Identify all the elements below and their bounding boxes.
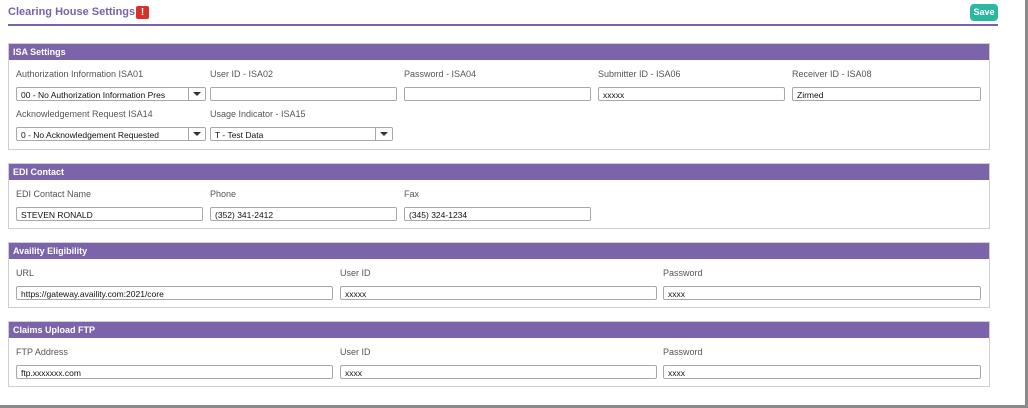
availity-url-field: URL https://gateway.availity.com:2021/co… <box>16 268 333 302</box>
chevron-down-icon[interactable] <box>188 128 205 140</box>
ack-request-field: Acknowledgement Request ISA14 0 - No Ack… <box>16 109 206 143</box>
edi-phone-input[interactable]: (352) 341-2412 <box>210 207 397 221</box>
field-label: Fax <box>404 189 420 199</box>
field-label: URL <box>16 268 35 278</box>
field-label: User ID <box>340 347 371 357</box>
availity-user-id-field: User ID xxxxx <box>340 268 657 302</box>
ftp-address-field: FTP Address ftp.xxxxxxx.com <box>16 347 333 381</box>
ftp-password-field: Password xxxx <box>663 347 981 381</box>
auth-info-select[interactable]: 00 - No Authorization Information Pres <box>16 87 206 101</box>
field-label: Submitter ID - ISA06 <box>598 69 681 79</box>
submitter-id-input[interactable]: xxxxx <box>598 87 785 101</box>
edi-fax-input[interactable]: (345) 324-1234 <box>404 207 591 221</box>
field-label: Acknowledgement Request ISA14 <box>16 109 153 119</box>
field-label: Password <box>663 347 703 357</box>
isa-password-field: Password - ISA04 <box>404 69 591 103</box>
panel-heading: Availity Eligibility <box>9 243 989 259</box>
submitter-id-field: Submitter ID - ISA06 xxxxx <box>598 69 785 103</box>
field-label: FTP Address <box>16 347 68 357</box>
field-label: EDI Contact Name <box>16 189 92 199</box>
edi-contact-name-input[interactable]: STEVEN RONALD <box>16 207 203 221</box>
field-label: Authorization Information ISA01 <box>16 69 144 79</box>
ftp-user-id-field: User ID xxxx <box>340 347 657 381</box>
page-header: Clearing House Settings ! Save <box>8 4 998 24</box>
edi-phone-field: Phone (352) 341-2412 <box>210 189 397 223</box>
select-value: 00 - No Authorization Information Pres <box>21 90 166 100</box>
isa-user-id-field: User ID - ISA02 <box>210 69 397 103</box>
availity-user-id-input[interactable]: xxxxx <box>340 286 657 300</box>
header-divider <box>8 24 998 26</box>
select-value: 0 - No Acknowledgement Requested <box>21 130 159 140</box>
isa-password-input[interactable] <box>404 87 591 101</box>
field-label: Receiver ID - ISA08 <box>792 69 872 79</box>
auth-info-field: Authorization Information ISA01 00 - No … <box>16 69 206 103</box>
edi-fax-field: Fax (345) 324-1234 <box>404 189 591 223</box>
ftp-user-id-input[interactable]: xxxx <box>340 365 657 379</box>
availity-eligibility-panel: Availity Eligibility URL https://gateway… <box>8 242 990 308</box>
claims-upload-ftp-panel: Claims Upload FTP FTP Address ftp.xxxxxx… <box>8 321 990 387</box>
receiver-id-input[interactable]: Zirmed <box>792 87 981 101</box>
edi-contact-name-field: EDI Contact Name STEVEN RONALD <box>16 189 203 223</box>
isa-settings-panel: ISA Settings Authorization Information I… <box>8 43 990 150</box>
field-label: User ID - ISA02 <box>210 69 274 79</box>
warning-icon[interactable]: ! <box>136 6 149 19</box>
page-title: Clearing House Settings <box>8 6 136 18</box>
isa-user-id-input[interactable] <box>210 87 397 101</box>
ftp-password-input[interactable]: xxxx <box>663 365 981 379</box>
edi-contact-panel: EDI Contact EDI Contact Name STEVEN RONA… <box>8 163 990 229</box>
panel-heading: ISA Settings <box>9 44 989 60</box>
chevron-down-icon[interactable] <box>188 88 205 100</box>
usage-indicator-select[interactable]: T - Test Data <box>210 127 393 141</box>
select-value: T - Test Data <box>215 130 264 140</box>
ftp-address-input[interactable]: ftp.xxxxxxx.com <box>16 365 333 379</box>
field-label: Phone <box>210 189 237 199</box>
field-label: User ID <box>340 268 371 278</box>
ack-request-select[interactable]: 0 - No Acknowledgement Requested <box>16 127 206 141</box>
panel-heading: Claims Upload FTP <box>9 322 989 338</box>
field-label: Password - ISA04 <box>404 69 477 79</box>
panel-heading: EDI Contact <box>9 164 989 180</box>
chevron-down-icon[interactable] <box>375 128 392 140</box>
availity-password-input[interactable]: xxxx <box>663 286 981 300</box>
receiver-id-field: Receiver ID - ISA08 Zirmed <box>792 69 981 103</box>
availity-password-field: Password xxxx <box>663 268 981 302</box>
usage-indicator-field: Usage Indicator - ISA15 T - Test Data <box>210 109 393 143</box>
field-label: Password <box>663 268 703 278</box>
field-label: Usage Indicator - ISA15 <box>210 109 306 119</box>
save-button[interactable]: Save <box>970 4 998 21</box>
availity-url-input[interactable]: https://gateway.availity.com:2021/core <box>16 286 333 300</box>
